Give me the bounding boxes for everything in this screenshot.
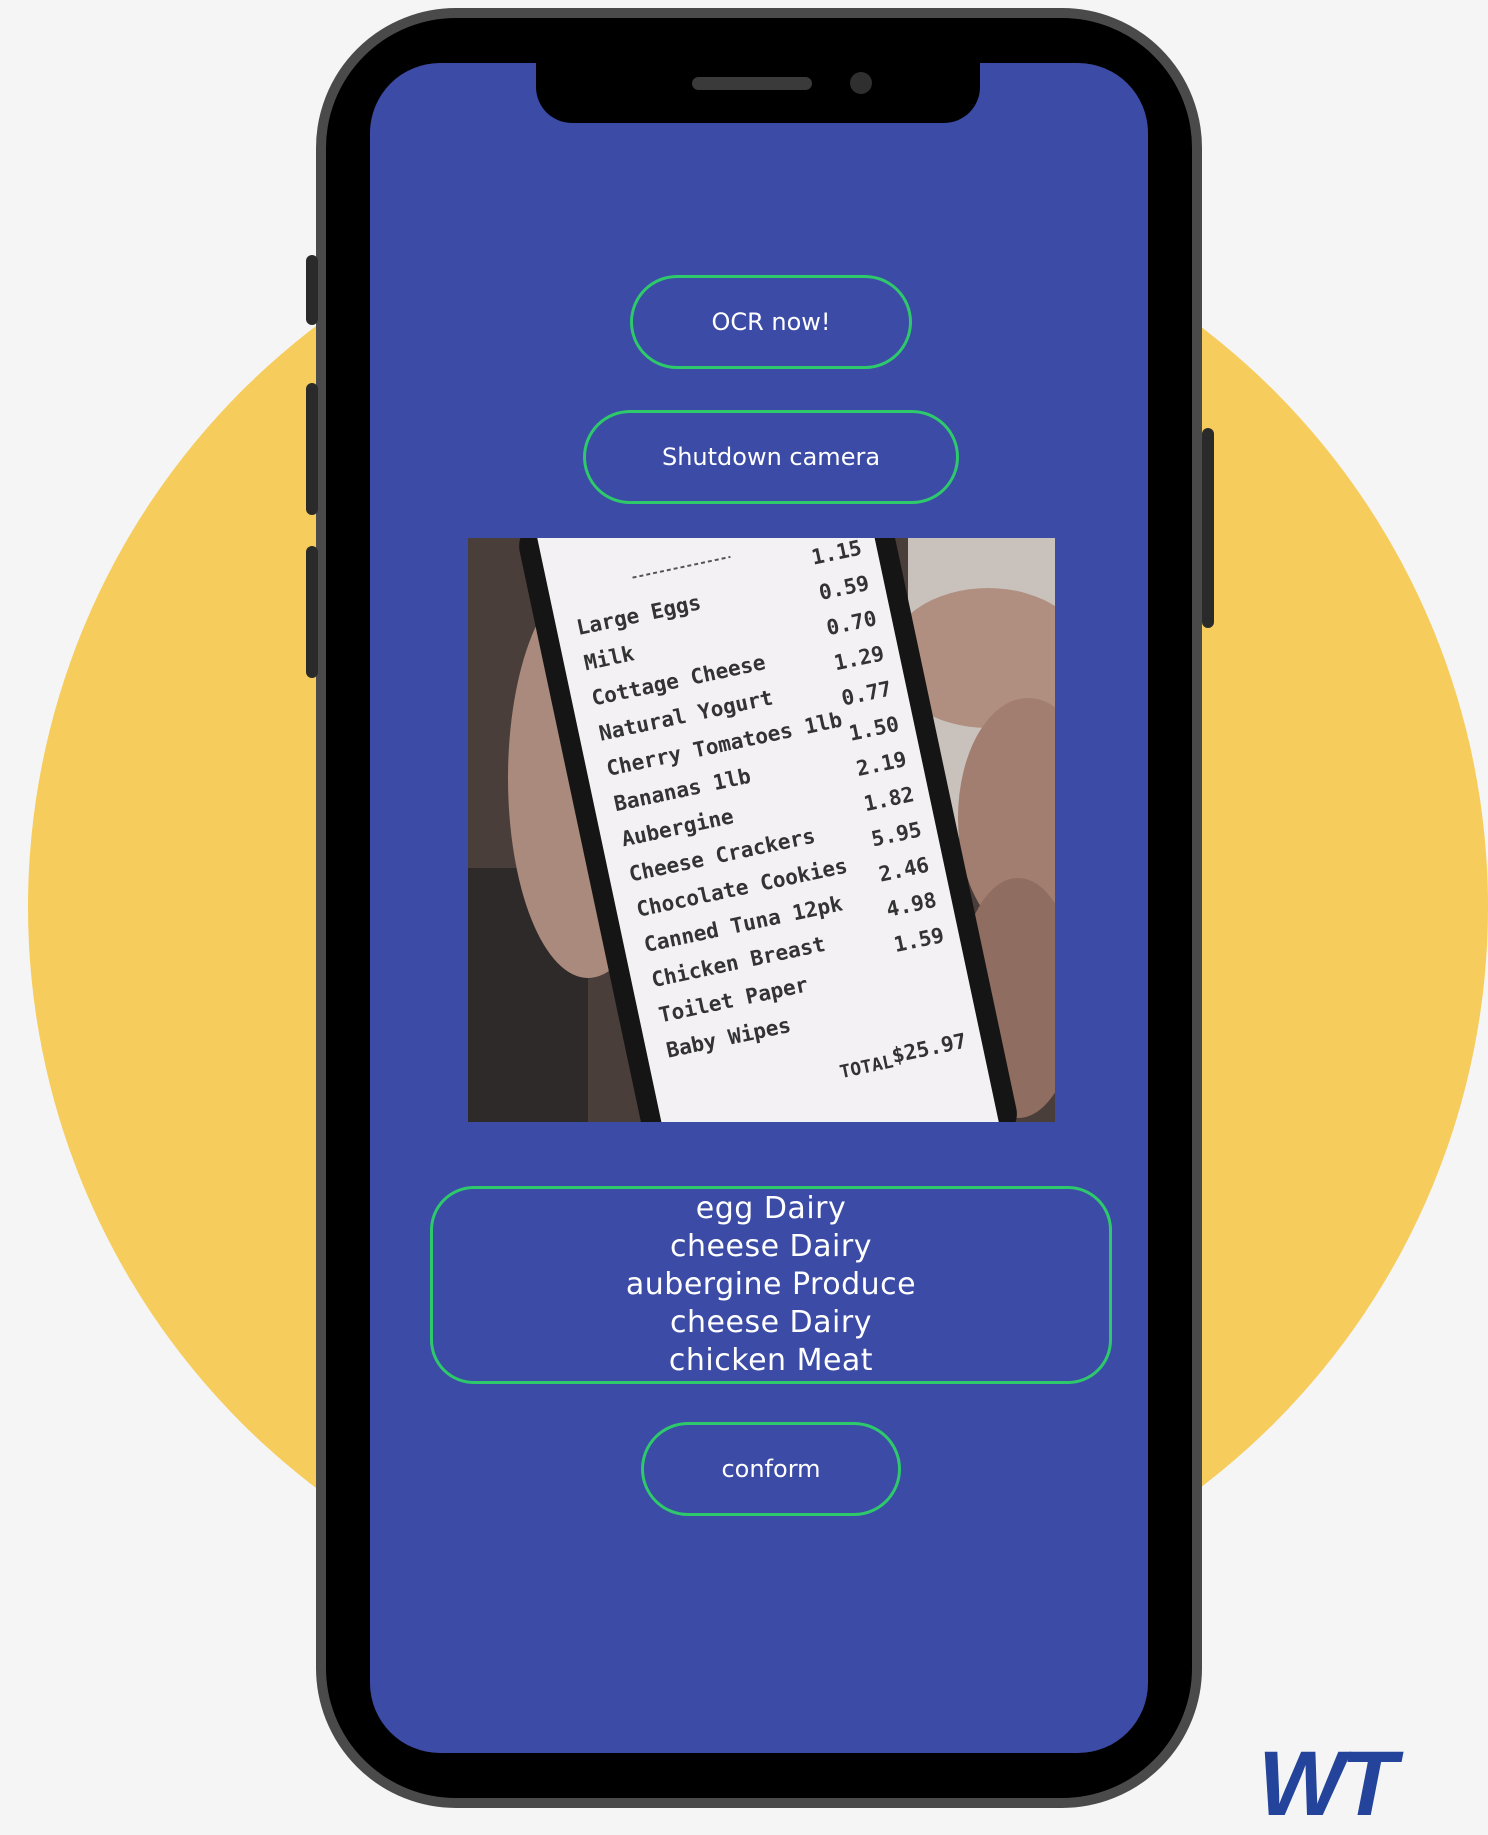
ocr-result-line: egg Dairy — [695, 1191, 847, 1226]
confirm-button[interactable]: conform — [641, 1422, 901, 1516]
speaker-grille — [692, 77, 812, 90]
ocr-result-line: aubergine Produce — [625, 1267, 917, 1302]
ocr-result-line: chicken Meat — [668, 1343, 874, 1378]
shutdown-camera-button[interactable]: Shutdown camera — [583, 410, 959, 504]
phone-side-button-volume-up — [306, 383, 318, 515]
brand-logo: WT — [1258, 1733, 1397, 1835]
phone-screen: OCR now! Shutdown camera Large Eggs0.99M… — [370, 63, 1148, 1753]
camera-preview: Large Eggs0.99Milk1.15Cottage Cheese0.59… — [468, 538, 1055, 1122]
ocr-result-line: cheese Dairy — [670, 1229, 872, 1264]
front-camera-icon — [850, 72, 872, 94]
ocr-result-line: cheese Dairy — [670, 1305, 872, 1340]
phone-side-button-volume-down — [306, 546, 318, 678]
ocr-now-button[interactable]: OCR now! — [630, 275, 912, 369]
phone-notch — [536, 63, 980, 123]
phone-frame: OCR now! Shutdown camera Large Eggs0.99M… — [306, 8, 1214, 1808]
phone-side-button-power — [1202, 428, 1214, 628]
ocr-results-box: egg Dairy cheese Dairy aubergine Produce… — [430, 1186, 1112, 1384]
receipt-photo: Large Eggs0.99Milk1.15Cottage Cheese0.59… — [468, 538, 1055, 1122]
phone-side-button-mute — [306, 255, 318, 325]
